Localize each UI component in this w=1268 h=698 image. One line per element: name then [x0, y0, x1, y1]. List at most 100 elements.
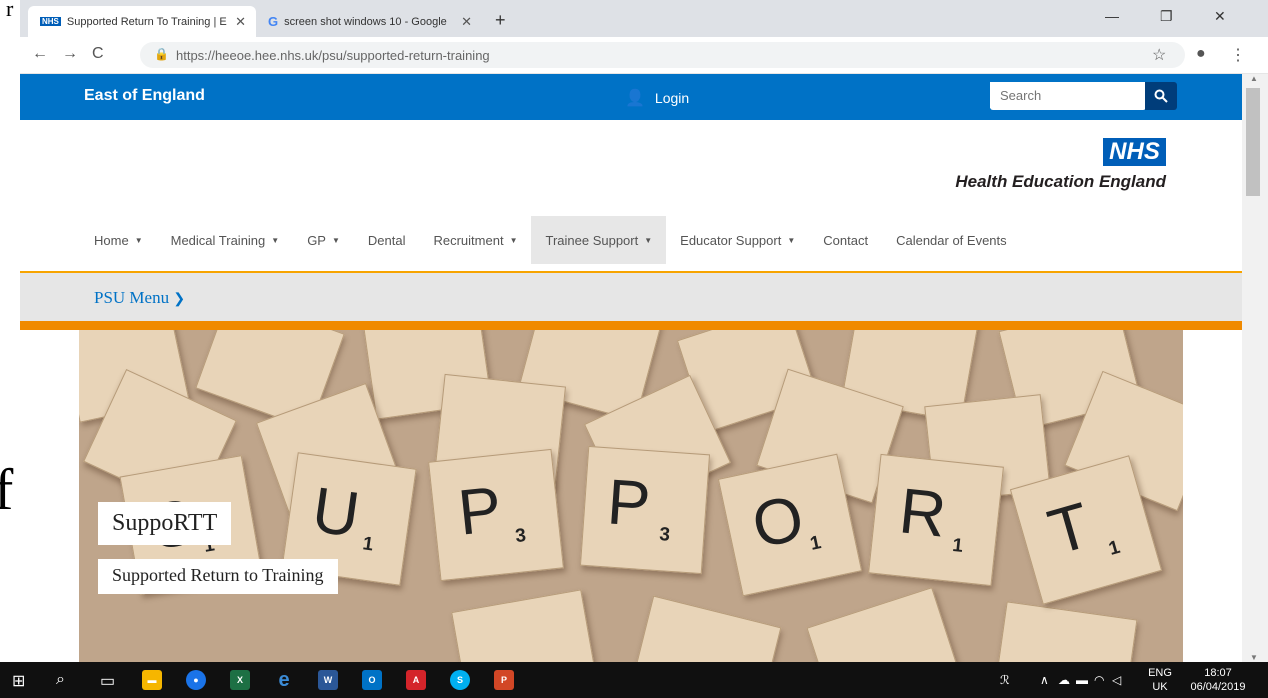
chrome-icon[interactable]: ●	[186, 670, 206, 690]
internet-explorer-icon[interactable]: e	[274, 669, 294, 691]
search-button[interactable]	[1145, 82, 1177, 110]
file-explorer-icon[interactable]: ▬	[142, 670, 162, 690]
letter-tile-r: R 1	[868, 453, 1004, 587]
hero-image: S 1 U 1 P 3 P 3 O 1 R 1 T 1	[79, 330, 1183, 662]
hee-logo-text[interactable]: Health Education England	[900, 172, 1166, 192]
nav-label: Trainee Support	[545, 232, 639, 248]
tile-score: 3	[514, 525, 527, 548]
nav-trainee-support[interactable]: Trainee Support ▼	[531, 216, 667, 264]
url-host: https://heeoe.hee.nhs.uk	[176, 48, 319, 63]
google-icon: G	[268, 14, 279, 29]
psu-menu-toggle[interactable]: PSU Menu ❯	[94, 288, 185, 308]
browser-toolbar: ← → C 🔒 https://heeoe.hee.nhs.uk/psu/sup…	[20, 37, 1268, 74]
main-navigation: Home ▼ Medical Training ▼ GP ▼ Dental Recru…	[80, 216, 1021, 264]
region-code: UK	[1152, 681, 1168, 693]
word-icon[interactable]: W	[318, 670, 338, 690]
profile-icon[interactable]: ●	[1196, 45, 1206, 63]
lock-icon: 🔒	[154, 47, 169, 61]
window-close-icon[interactable]: ✕	[1214, 8, 1226, 25]
people-icon[interactable]: ℛ	[1000, 673, 1010, 687]
login-link[interactable]: 👤 Login	[625, 88, 689, 108]
letter-tile-p2: P 3	[579, 445, 711, 575]
tile-letter: T	[1040, 488, 1099, 569]
nav-label: Calendar of Events	[896, 232, 1007, 248]
windows-taskbar: ⊞ ⌕ ▭ ▬ ● X e W O A S P ℛ ∧ ☁ ▬ ◠ ◁ ENG …	[0, 662, 1268, 698]
url-path: /psu/supported-return-training	[318, 48, 490, 63]
tab-google-search[interactable]: G screen shot windows 10 - Google ✕	[256, 6, 482, 37]
bg-tile	[628, 595, 782, 662]
tile-score: 1	[951, 534, 965, 557]
menu-kebab-icon[interactable]: ⋮	[1230, 45, 1246, 65]
tile-letter: P	[604, 465, 653, 541]
nav-label: Recruitment	[433, 232, 504, 248]
login-label: Login	[654, 90, 690, 106]
psu-menu-bar: PSU Menu ❯	[20, 271, 1242, 323]
nav-medical-training[interactable]: Medical Training ▼	[157, 216, 294, 264]
bookmark-star-icon[interactable]: ☆	[1152, 45, 1166, 65]
nav-label: Home	[94, 232, 129, 248]
outlook-icon[interactable]: O	[362, 670, 382, 690]
language-indicator[interactable]: ENG UK	[1146, 666, 1174, 694]
nav-gp[interactable]: GP ▼	[293, 216, 354, 264]
chevron-down-icon: ❯	[173, 292, 186, 307]
nav-label: GP	[307, 232, 326, 248]
stray-glyph-f: f	[0, 457, 14, 522]
caret-down-icon: ▼	[787, 235, 796, 245]
url-text: https://heeoe.hee.nhs.uk/psu/supported-r…	[176, 48, 490, 63]
chevron-up-icon[interactable]: ∧	[1040, 673, 1049, 687]
search-input[interactable]	[990, 82, 1150, 108]
skype-icon[interactable]: S	[450, 670, 470, 690]
tile-letter: R	[896, 474, 950, 551]
close-icon[interactable]: ✕	[461, 14, 472, 30]
bg-tile	[992, 601, 1138, 662]
wifi-icon[interactable]: ◠	[1094, 673, 1104, 687]
nav-dental[interactable]: Dental	[354, 216, 420, 264]
caret-down-icon: ▼	[509, 235, 518, 245]
back-icon[interactable]: ←	[32, 45, 48, 63]
page-scrollbar[interactable]: ▲ ▼	[1242, 74, 1268, 662]
nav-educator-support[interactable]: Educator Support ▼	[666, 216, 809, 264]
windows-start-icon[interactable]: ⊞	[12, 671, 25, 691]
caret-down-icon: ▼	[271, 235, 280, 245]
search-icon[interactable]: ⌕	[56, 671, 65, 689]
letter-tile-o: O 1	[717, 453, 863, 597]
stray-glyph-top: r	[6, 0, 14, 21]
nav-recruitment[interactable]: Recruitment ▼	[419, 216, 531, 264]
scroll-up-icon[interactable]: ▲	[1250, 74, 1258, 83]
close-icon[interactable]: ✕	[235, 14, 246, 30]
letter-tile-p1: P 3	[428, 448, 564, 582]
battery-icon[interactable]: ▬	[1076, 673, 1088, 687]
scroll-thumb[interactable]	[1246, 88, 1260, 196]
nav-label: Dental	[367, 232, 406, 248]
language-code: ENG	[1148, 667, 1172, 679]
nav-home[interactable]: Home ▼	[80, 216, 157, 264]
new-tab-icon[interactable]: +	[495, 10, 506, 31]
tab-supported-return[interactable]: NHS Supported Return To Training | E ✕	[28, 6, 256, 37]
address-bar[interactable]: 🔒 https://heeoe.hee.nhs.uk/psu/supported…	[140, 42, 1185, 68]
brand-link[interactable]: East of England	[84, 87, 205, 105]
nav-contact[interactable]: Contact	[809, 216, 882, 264]
excel-icon[interactable]: X	[230, 670, 250, 690]
caret-down-icon: ▼	[134, 235, 143, 245]
onedrive-icon[interactable]: ☁	[1058, 673, 1070, 687]
nav-label: Educator Support	[680, 232, 782, 248]
nav-label: Contact	[823, 232, 869, 248]
tile-score: 1	[808, 532, 824, 555]
clock[interactable]: 18:07 06/04/2019	[1180, 666, 1256, 694]
tile-score: 3	[658, 524, 671, 546]
volume-icon[interactable]: ◁	[1112, 673, 1121, 687]
minimize-icon[interactable]: —	[1105, 8, 1119, 24]
powerpoint-icon[interactable]: P	[494, 670, 514, 690]
nhs-logo[interactable]: NHS	[1103, 138, 1166, 166]
scroll-down-icon[interactable]: ▼	[1250, 653, 1258, 662]
search-box	[990, 82, 1150, 110]
hero-subtitle: Supported Return to Training	[98, 559, 338, 594]
reload-icon[interactable]: C	[92, 45, 104, 63]
acrobat-icon[interactable]: A	[406, 670, 426, 690]
caret-down-icon: ▼	[331, 235, 340, 245]
forward-icon[interactable]: →	[62, 45, 78, 63]
restore-icon[interactable]: ❐	[1160, 8, 1173, 25]
task-view-icon[interactable]: ▭	[100, 671, 115, 691]
caret-down-icon: ▼	[644, 235, 653, 245]
nav-calendar-of-events[interactable]: Calendar of Events	[882, 216, 1021, 264]
